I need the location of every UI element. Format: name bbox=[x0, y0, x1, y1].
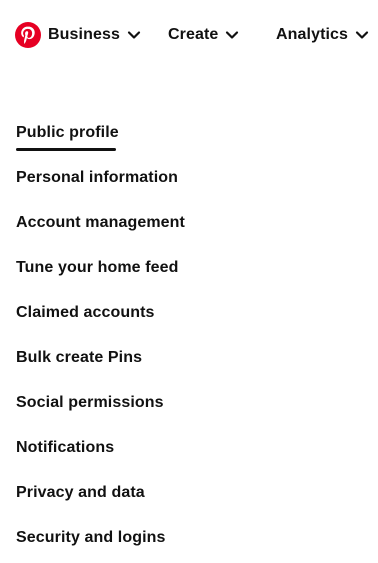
menu-item-label: Personal information bbox=[16, 169, 179, 186]
pinterest-logo-icon[interactable] bbox=[15, 22, 41, 48]
menu-item-bulk-create-pins[interactable]: Bulk create Pins bbox=[16, 344, 356, 389]
nav-create-label: Create bbox=[168, 26, 219, 43]
menu-item-claimed-accounts[interactable]: Claimed accounts bbox=[16, 299, 356, 344]
chevron-down-icon bbox=[127, 31, 141, 39]
active-tab-underline bbox=[16, 148, 116, 151]
nav-business-menu[interactable]: Business bbox=[48, 24, 141, 46]
nav-create-menu[interactable]: Create bbox=[168, 24, 239, 46]
menu-item-label: Social permissions bbox=[16, 394, 164, 411]
menu-item-label: Privacy and data bbox=[16, 484, 145, 501]
chevron-down-icon bbox=[226, 31, 239, 39]
menu-item-social-permissions[interactable]: Social permissions bbox=[16, 389, 356, 434]
menu-item-label: Public profile bbox=[16, 124, 119, 141]
nav-analytics-label: Analytics bbox=[276, 26, 349, 43]
menu-item-security-and-logins[interactable]: Security and logins bbox=[16, 524, 356, 563]
menu-item-label: Claimed accounts bbox=[16, 304, 155, 321]
nav-business-label: Business bbox=[48, 26, 120, 43]
nav-analytics-menu[interactable]: Analytics bbox=[276, 24, 369, 46]
menu-item-privacy-and-data[interactable]: Privacy and data bbox=[16, 479, 356, 524]
menu-item-account-management[interactable]: Account management bbox=[16, 209, 356, 254]
chevron-down-icon bbox=[355, 31, 369, 39]
menu-item-notifications[interactable]: Notifications bbox=[16, 434, 356, 479]
menu-item-label: Account management bbox=[16, 214, 185, 231]
menu-item-public-profile[interactable]: Public profile bbox=[16, 119, 356, 164]
menu-item-personal-information[interactable]: Personal information bbox=[16, 164, 356, 209]
menu-item-label: Bulk create Pins bbox=[16, 349, 143, 366]
menu-item-label: Security and logins bbox=[16, 529, 166, 546]
menu-item-tune-home-feed[interactable]: Tune your home feed bbox=[16, 254, 356, 299]
top-navigation-bar: Business Create Analytics bbox=[0, 0, 378, 70]
menu-item-label: Notifications bbox=[16, 439, 115, 456]
settings-menu: Public profile Personal information Acco… bbox=[16, 119, 356, 563]
menu-item-label: Tune your home feed bbox=[16, 259, 179, 276]
